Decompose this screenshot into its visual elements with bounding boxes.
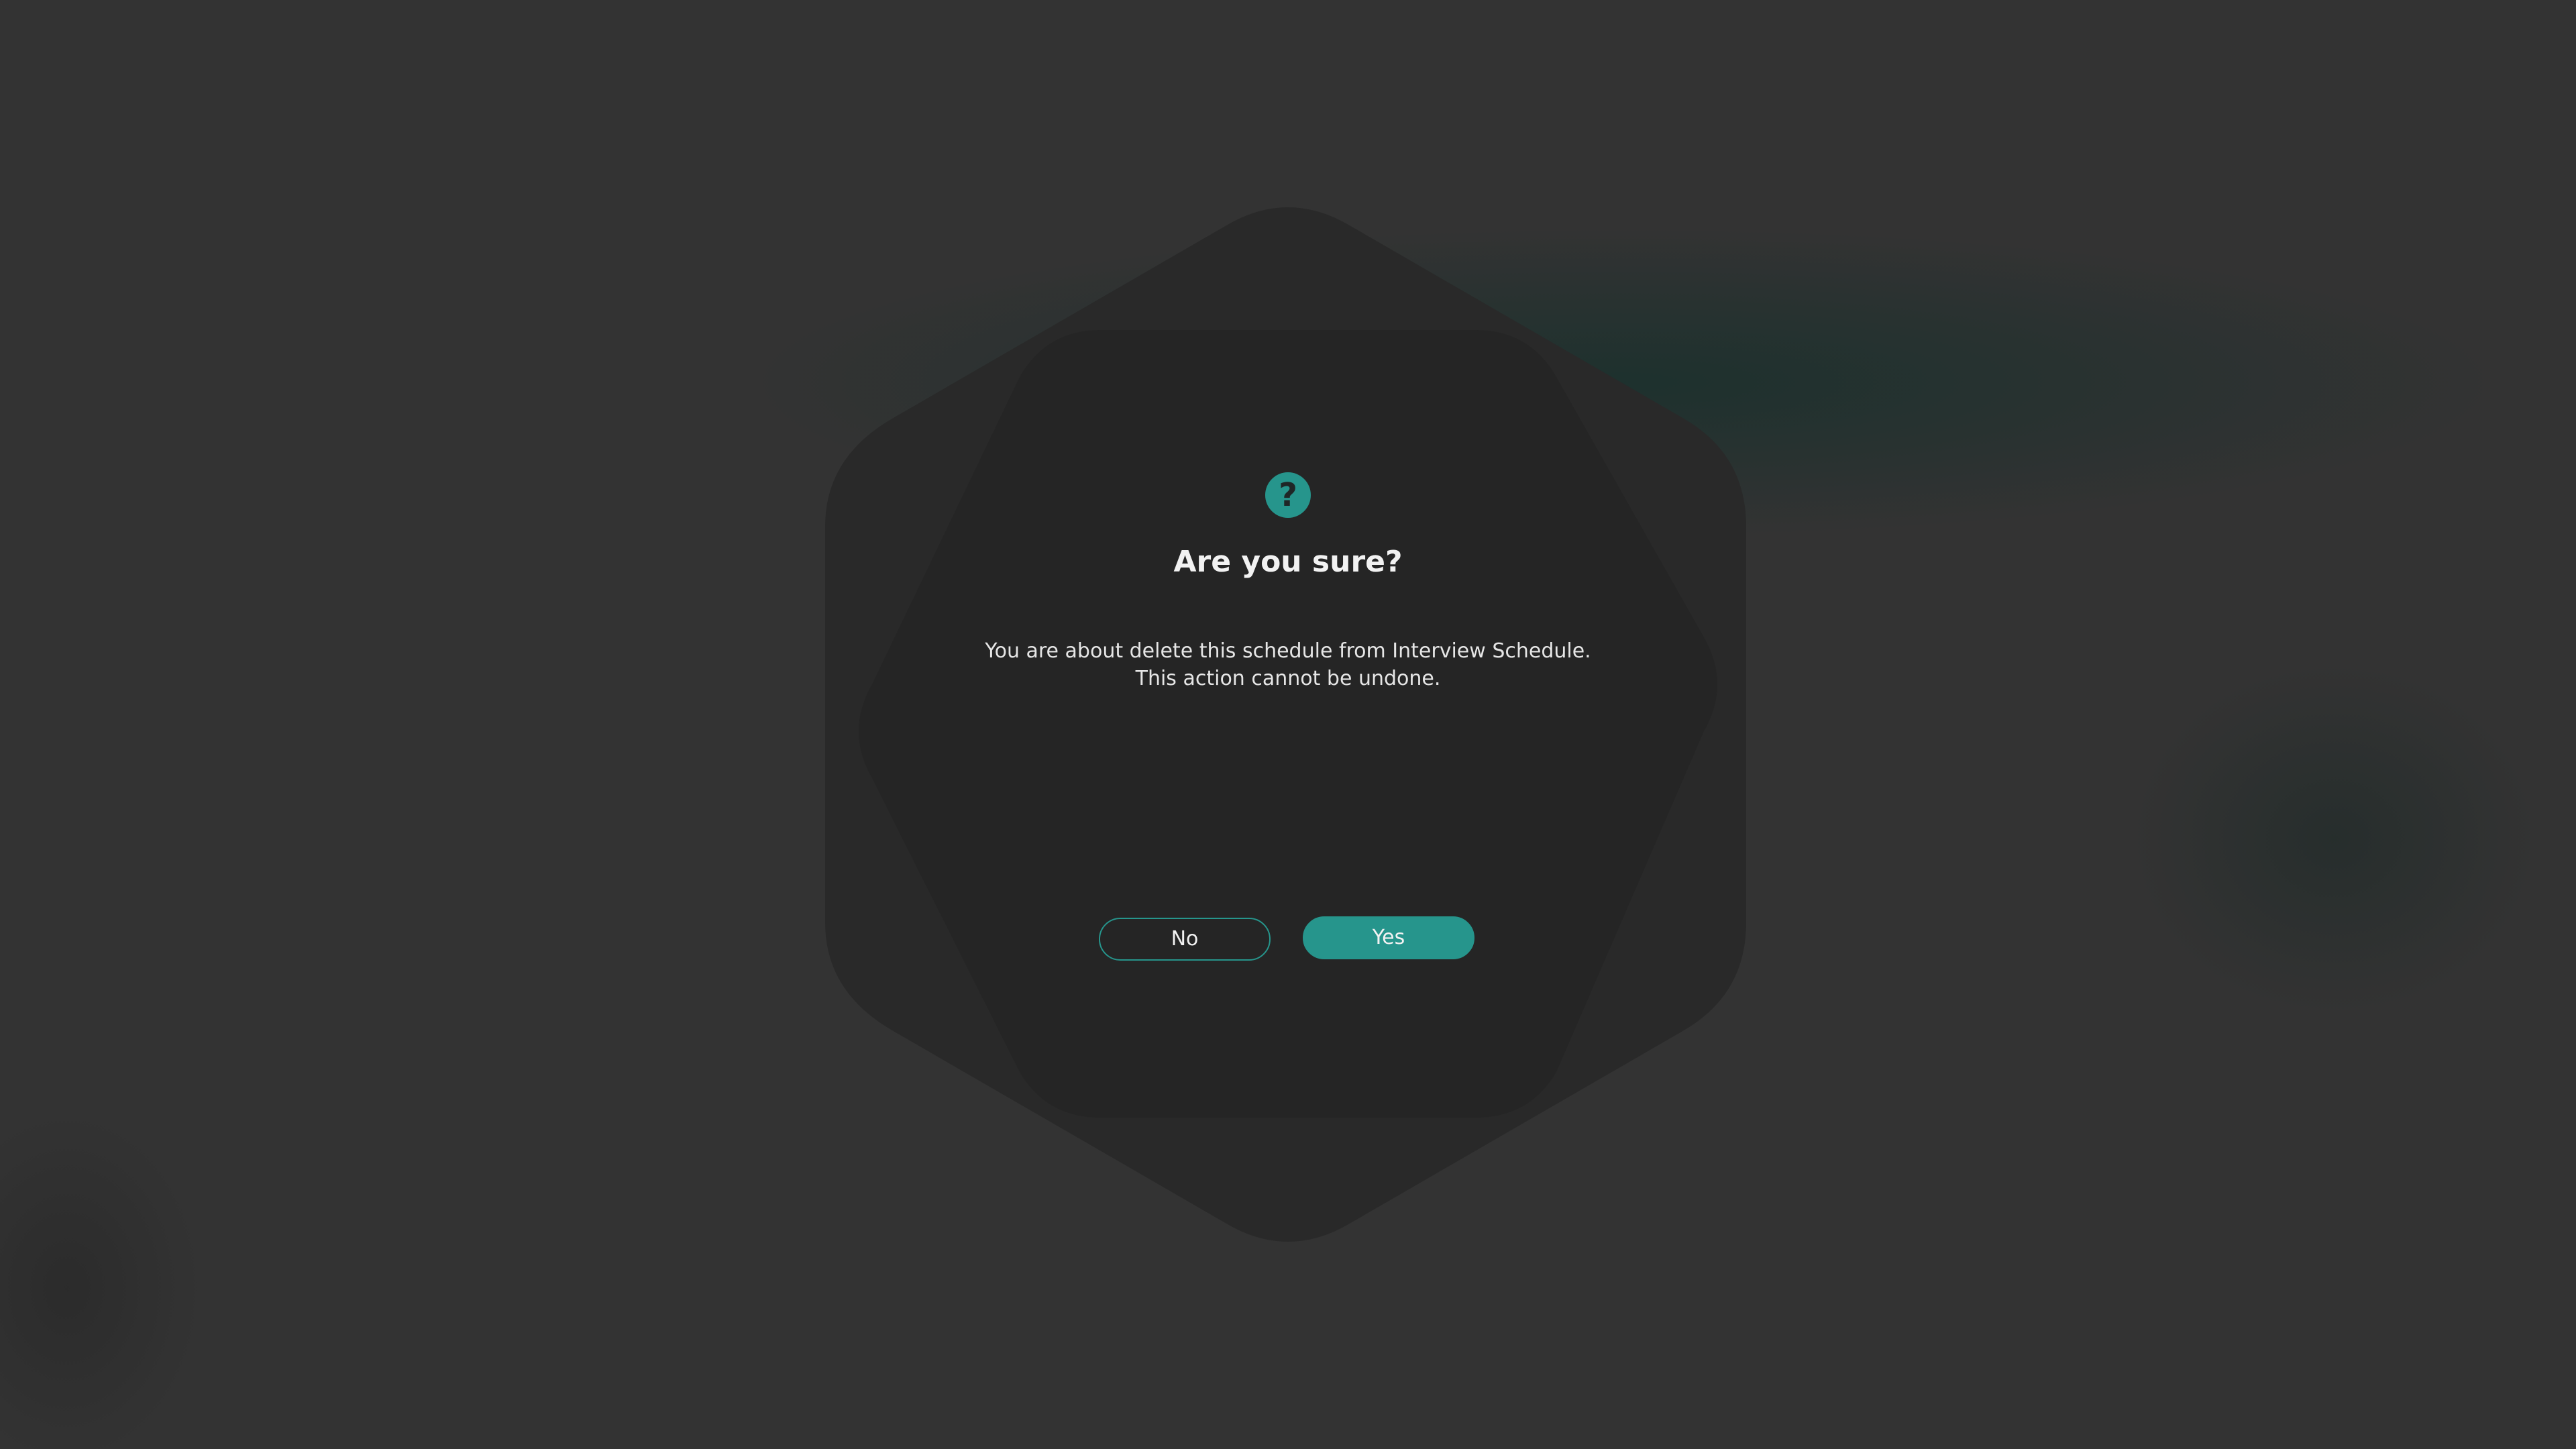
question-icon: ? bbox=[1265, 472, 1311, 518]
confirm-dialog: ? Are you sure? You are about delete thi… bbox=[926, 322, 1650, 1127]
no-button[interactable]: No bbox=[1099, 918, 1271, 961]
dialog-message: You are about delete this schedule from … bbox=[926, 637, 1650, 692]
dialog-message-line: This action cannot be undone. bbox=[1135, 667, 1441, 690]
dialog-title: Are you sure? bbox=[1173, 545, 1403, 579]
yes-button[interactable]: Yes bbox=[1303, 916, 1474, 959]
dialog-message-line: You are about delete this schedule from … bbox=[985, 639, 1591, 663]
